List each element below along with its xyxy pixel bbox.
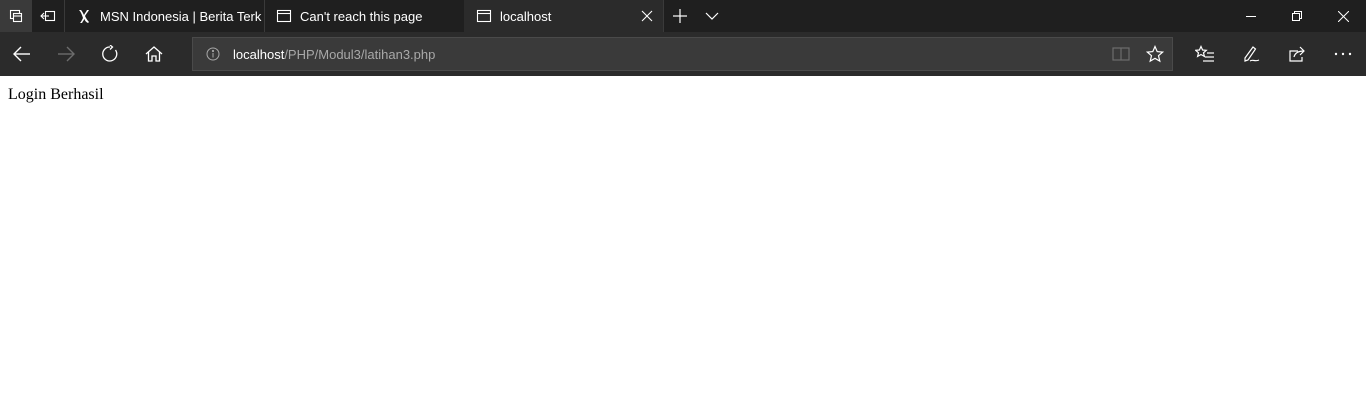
tab-strip: MSN Indonesia | Berita Terk Can't reach …	[0, 0, 1366, 32]
tab-list-button[interactable]	[696, 0, 728, 32]
navigation-bar: localhost/PHP/Modul3/latihan3.php	[0, 32, 1366, 76]
arrow-right-icon	[57, 46, 75, 62]
close-window-button[interactable]	[1320, 0, 1366, 32]
close-icon	[641, 10, 653, 22]
chevron-down-icon	[705, 11, 719, 21]
back-button[interactable]	[0, 32, 44, 76]
msn-butterfly-icon	[75, 7, 93, 25]
tabs-aside-icon	[8, 8, 24, 24]
url-host: localhost	[233, 46, 285, 62]
set-aside-icon	[40, 8, 56, 24]
url-path: /PHP/Modul3/latihan3.php	[284, 46, 436, 62]
info-icon[interactable]	[193, 47, 233, 61]
settings-more-button[interactable]	[1320, 32, 1366, 76]
page-icon	[475, 7, 493, 25]
window-controls	[1228, 0, 1366, 32]
star-icon	[1146, 45, 1164, 63]
add-notes-button[interactable]	[1228, 32, 1274, 76]
close-icon	[1337, 10, 1349, 22]
home-icon	[145, 45, 163, 63]
page-icon	[275, 7, 293, 25]
pen-icon	[1242, 45, 1260, 63]
toolbar-right	[1182, 32, 1366, 76]
tabs-aside-button[interactable]	[0, 0, 32, 32]
tab-title: localhost	[500, 8, 552, 24]
set-tabs-aside-button[interactable]	[32, 0, 64, 32]
share-icon	[1288, 45, 1306, 63]
favorites-list-icon	[1195, 45, 1215, 63]
refresh-icon	[101, 45, 119, 63]
login-status-text: Login Berhasil	[8, 86, 104, 103]
address-bar[interactable]: localhost/PHP/Modul3/latihan3.php	[192, 37, 1173, 71]
browser-window: MSN Indonesia | Berita Terk Can't reach …	[0, 0, 1366, 401]
tab-title: MSN Indonesia | Berita Terk	[100, 8, 262, 24]
tab-msn[interactable]: MSN Indonesia | Berita Terk	[64, 0, 264, 32]
minimize-icon	[1246, 11, 1256, 21]
minimize-button[interactable]	[1228, 0, 1274, 32]
refresh-button[interactable]	[88, 32, 132, 76]
tab-title: Can't reach this page	[300, 8, 423, 24]
arrow-left-icon	[13, 46, 31, 62]
url-text[interactable]: localhost/PHP/Modul3/latihan3.php	[233, 47, 1104, 62]
share-button[interactable]	[1274, 32, 1320, 76]
close-tab-button[interactable]	[631, 0, 663, 32]
plus-icon	[673, 9, 687, 23]
book-icon	[1112, 46, 1130, 62]
page-content: Login Berhasil	[0, 76, 1366, 401]
home-button[interactable]	[132, 32, 176, 76]
tab-localhost[interactable]: localhost	[464, 0, 664, 32]
restore-icon	[1292, 11, 1302, 21]
more-icon	[1334, 52, 1352, 56]
tab-cant-reach[interactable]: Can't reach this page	[264, 0, 464, 32]
new-tab-button[interactable]	[664, 0, 696, 32]
forward-button[interactable]	[44, 32, 88, 76]
restore-button[interactable]	[1274, 0, 1320, 32]
favorites-hub-button[interactable]	[1182, 32, 1228, 76]
favorite-button[interactable]	[1138, 38, 1172, 70]
reading-view-button[interactable]	[1104, 38, 1138, 70]
